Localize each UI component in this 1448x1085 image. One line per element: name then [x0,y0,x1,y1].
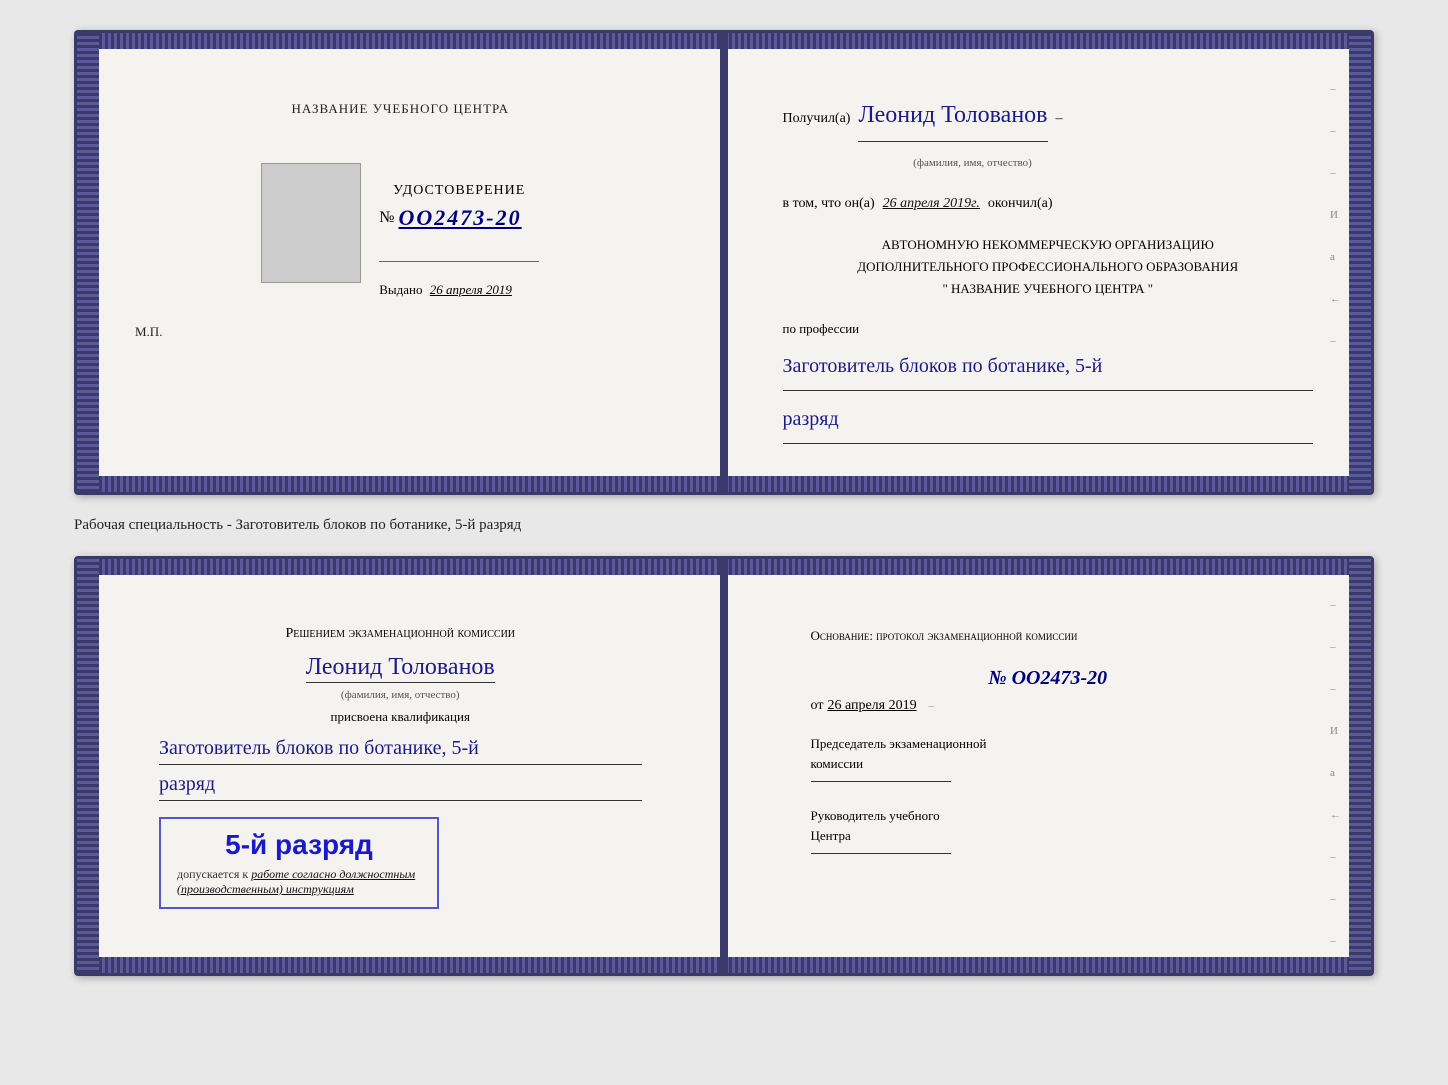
osnov-block: Основание: протокол экзаменационной коми… [811,625,1286,647]
ot-prefix: от [811,698,824,714]
cert-num-prefix: № [379,209,394,227]
dash-ot: – [929,700,935,712]
org-line3: " НАЗВАНИЕ УЧЕБНОГО ЦЕНТРА " [783,278,1314,300]
issued-date: 26 апреля 2019 [430,282,512,297]
cert-label: УДОСТОВЕРЕНИЕ [379,183,539,199]
ot-date-block: от 26 апреля 2019 – [811,698,1286,714]
razryad-bottom: разряд [159,773,642,801]
finished-label: окончил(а) [988,190,1053,218]
profession-label: по профессии [783,321,860,336]
ot-date: 26 апреля 2019 [827,698,916,714]
mp-label: М.П. [135,324,162,340]
top-doc-right-page: Получил(а) Леонид Толованов – (фамилия, … [725,33,1372,492]
chairman-sig-line [811,781,951,782]
qualification-block: Заготовитель блоков по ботанике, 5-й раз… [159,737,642,801]
date-line: в том, что он(а) 26 апреля 2019г. окончи… [783,190,1314,218]
received-prefix: Получил(а) [783,105,851,133]
bottom-name-block: Леонид Толованов [159,654,642,681]
grade-display: 5-й разряд [177,829,421,861]
instructions-text: (производственным) инструкциям [177,882,421,897]
bottom-name: Леонид Толованов [306,654,495,683]
head-label: Руководитель учебного [811,806,1286,826]
protocol-num: № OO2473-20 [988,667,1107,689]
chairman-label2: комиссии [811,754,1286,774]
fio-label-top: (фамилия, имя, отчество) [863,150,1083,174]
head-sig-line [811,853,951,854]
photo-placeholder [261,163,361,283]
issued-label: Выдано [379,282,422,297]
org-block: АВТОНОМНУЮ НЕКОММЕРЧЕСКУЮ ОРГАНИЗАЦИЮ ДО… [783,234,1314,300]
profession-block: по профессии Заготовитель блоков по бота… [783,316,1314,444]
head-label2: Центра [811,826,1286,846]
right-side-marks: – – – И а ← – [1330,83,1341,347]
date-prefix: в том, что он(а) [783,190,875,218]
top-document: НАЗВАНИЕ УЧЕБНОГО ЦЕНТРА УДОСТОВЕРЕНИЕ №… [74,30,1374,495]
top-doc-left-page: НАЗВАНИЕ УЧЕБНОГО ЦЕНТРА УДОСТОВЕРЕНИЕ №… [77,33,725,492]
razryad-value: разряд [783,399,1314,444]
chairman-block: Председатель экзаменационной комиссии [811,734,1286,782]
bottom-right-side-marks: – – – И а ← – – – – [1330,599,1341,975]
bottom-document: Решением экзаменационной комиссии Леонид… [74,556,1374,975]
date-value: 26 апреля 2019г. [883,190,980,218]
work-text: работе согласно должностным [251,867,415,881]
prisvoena-label: присвоена квалификация [159,709,642,725]
bottom-doc-right-page: Основание: протокол экзаменационной коми… [725,559,1372,972]
training-center-label: НАЗВАНИЕ УЧЕБНОГО ЦЕНТРА [292,101,509,117]
commission-title: Решением экзаменационной комиссии [159,623,642,645]
certificate-number-block: УДОСТОВЕРЕНИЕ № OO2473-20 Выдано 26 апре… [379,183,539,298]
qualification-value: Заготовитель блоков по ботанике, 5-й [159,737,642,765]
org-line2: ДОПОЛНИТЕЛЬНОГО ПРОФЕССИОНАЛЬНОГО ОБРАЗО… [783,256,1314,278]
recipient-name: Леонид Толованов [858,91,1047,142]
profession-value: Заготовитель блоков по ботанике, 5-й [783,346,1314,391]
head-block: Руководитель учебного Центра [811,806,1286,854]
bottom-doc-left-page: Решением экзаменационной комиссии Леонид… [77,559,725,972]
between-label: Рабочая специальность - Заготовитель бло… [74,513,1374,538]
допускается-text: допускается к работе согласно должностны… [177,867,421,882]
chairman-label: Председатель экзаменационной [811,734,1286,754]
bottom-fio-label: (фамилия, имя, отчество) [159,689,642,701]
cert-number: OO2473-20 [399,205,522,231]
grade-box: 5-й разряд допускается к работе согласно… [159,817,439,909]
org-line1: АВТОНОМНУЮ НЕКОММЕРЧЕСКУЮ ОРГАНИЗАЦИЮ [783,234,1314,256]
received-line: Получил(а) Леонид Толованов – [783,91,1314,142]
dash-right: – [1056,105,1063,133]
osnov-label: Основание: протокол экзаменационной коми… [811,628,1078,643]
protocol-num-block: № OO2473-20 [811,667,1286,690]
